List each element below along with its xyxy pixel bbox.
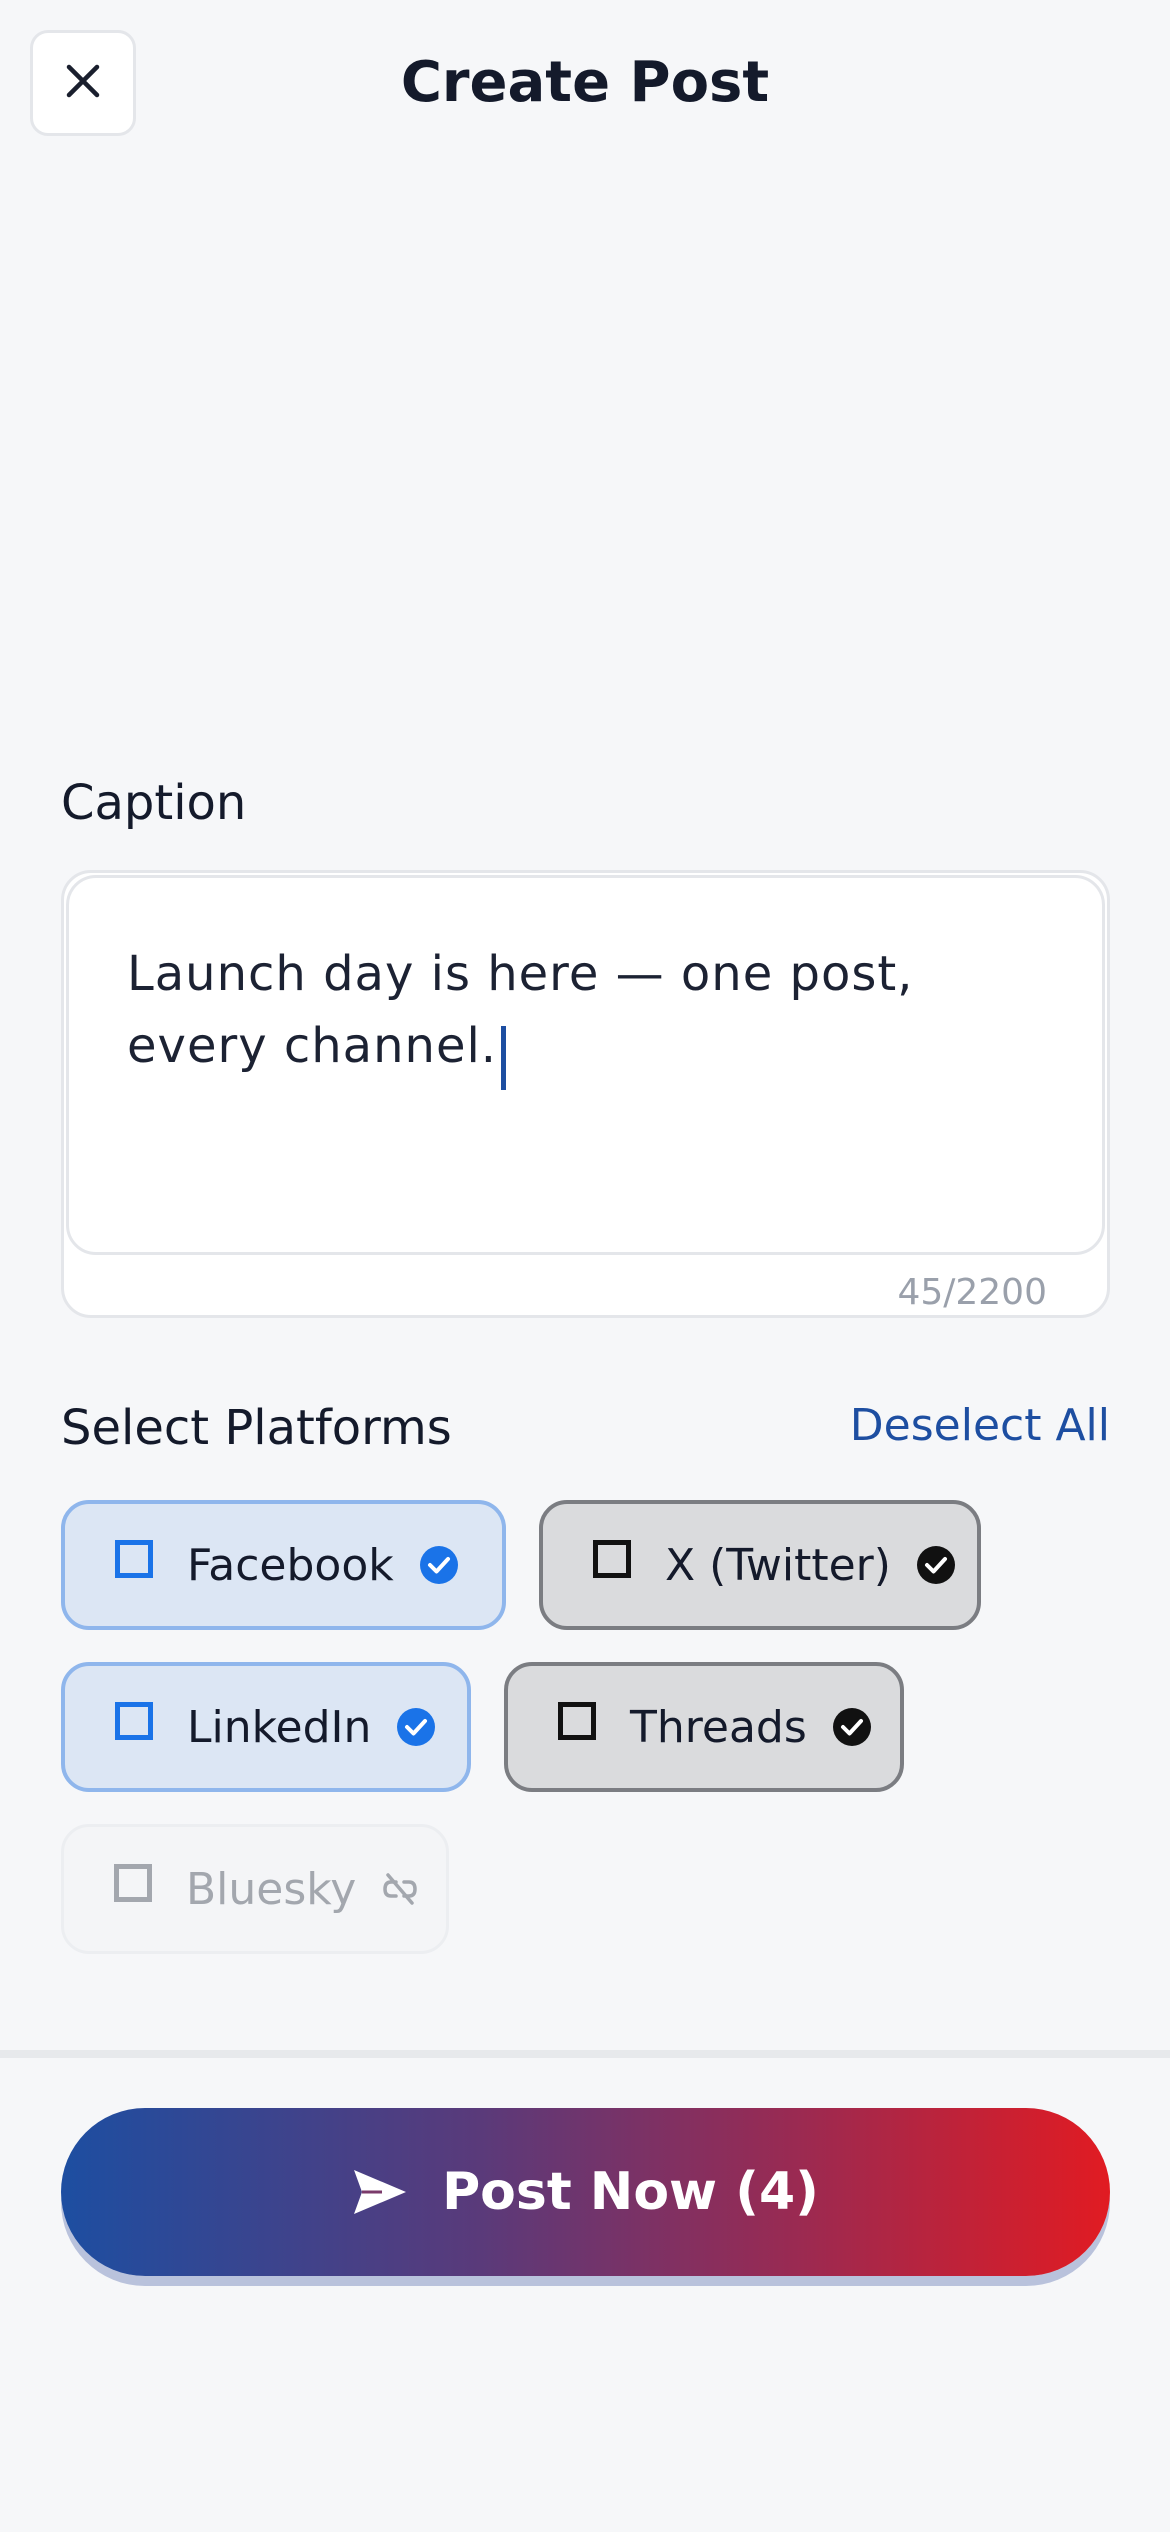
platform-chip-x-twitter[interactable]: X (Twitter) xyxy=(539,1500,981,1630)
footer-divider xyxy=(0,2050,1170,2058)
checkbox-icon xyxy=(114,1864,152,1902)
page-title: Create Post xyxy=(400,50,770,115)
post-now-label: Post Now (4) xyxy=(442,2162,819,2222)
checkbox-icon xyxy=(115,1540,153,1578)
text-caret xyxy=(501,1025,507,1090)
deselect-all-button[interactable]: Deselect All xyxy=(850,1400,1110,1451)
checkbox-icon xyxy=(593,1540,631,1578)
check-circle-icon xyxy=(831,1706,873,1748)
verified-check-icon xyxy=(395,1706,437,1748)
checkbox-icon xyxy=(558,1702,596,1740)
platform-name: X (Twitter) xyxy=(665,1539,891,1591)
character-counter: 45/2200 xyxy=(897,1272,1047,1313)
platform-chip-bluesky: Bluesky xyxy=(61,1824,449,1954)
caption-input[interactable]: Launch day is here — one post, every cha… xyxy=(66,875,1105,1255)
platforms-label: Select Platforms xyxy=(61,1400,452,1456)
platform-chip-linkedin[interactable]: LinkedIn xyxy=(61,1662,471,1792)
caption-label: Caption xyxy=(61,775,247,831)
caption-text: Launch day is here — one post, every cha… xyxy=(127,946,914,1074)
platform-name: Bluesky xyxy=(186,1863,357,1915)
verified-check-icon xyxy=(418,1544,460,1586)
link-off-icon xyxy=(380,1869,420,1909)
platform-name: Threads xyxy=(630,1701,807,1753)
post-now-button[interactable]: Post Now (4) xyxy=(61,2108,1110,2276)
platform-chip-threads[interactable]: Threads xyxy=(504,1662,904,1792)
caption-field: Launch day is here — one post, every cha… xyxy=(61,870,1110,1318)
platform-name: Facebook xyxy=(187,1539,394,1591)
create-post-screen: Create Post Caption Launch day is here —… xyxy=(0,0,1170,2532)
checkbox-icon xyxy=(115,1702,153,1740)
send-icon xyxy=(352,2168,408,2216)
platform-name: LinkedIn xyxy=(187,1701,372,1753)
check-circle-icon xyxy=(915,1544,957,1586)
platform-chip-facebook[interactable]: Facebook xyxy=(61,1500,506,1630)
